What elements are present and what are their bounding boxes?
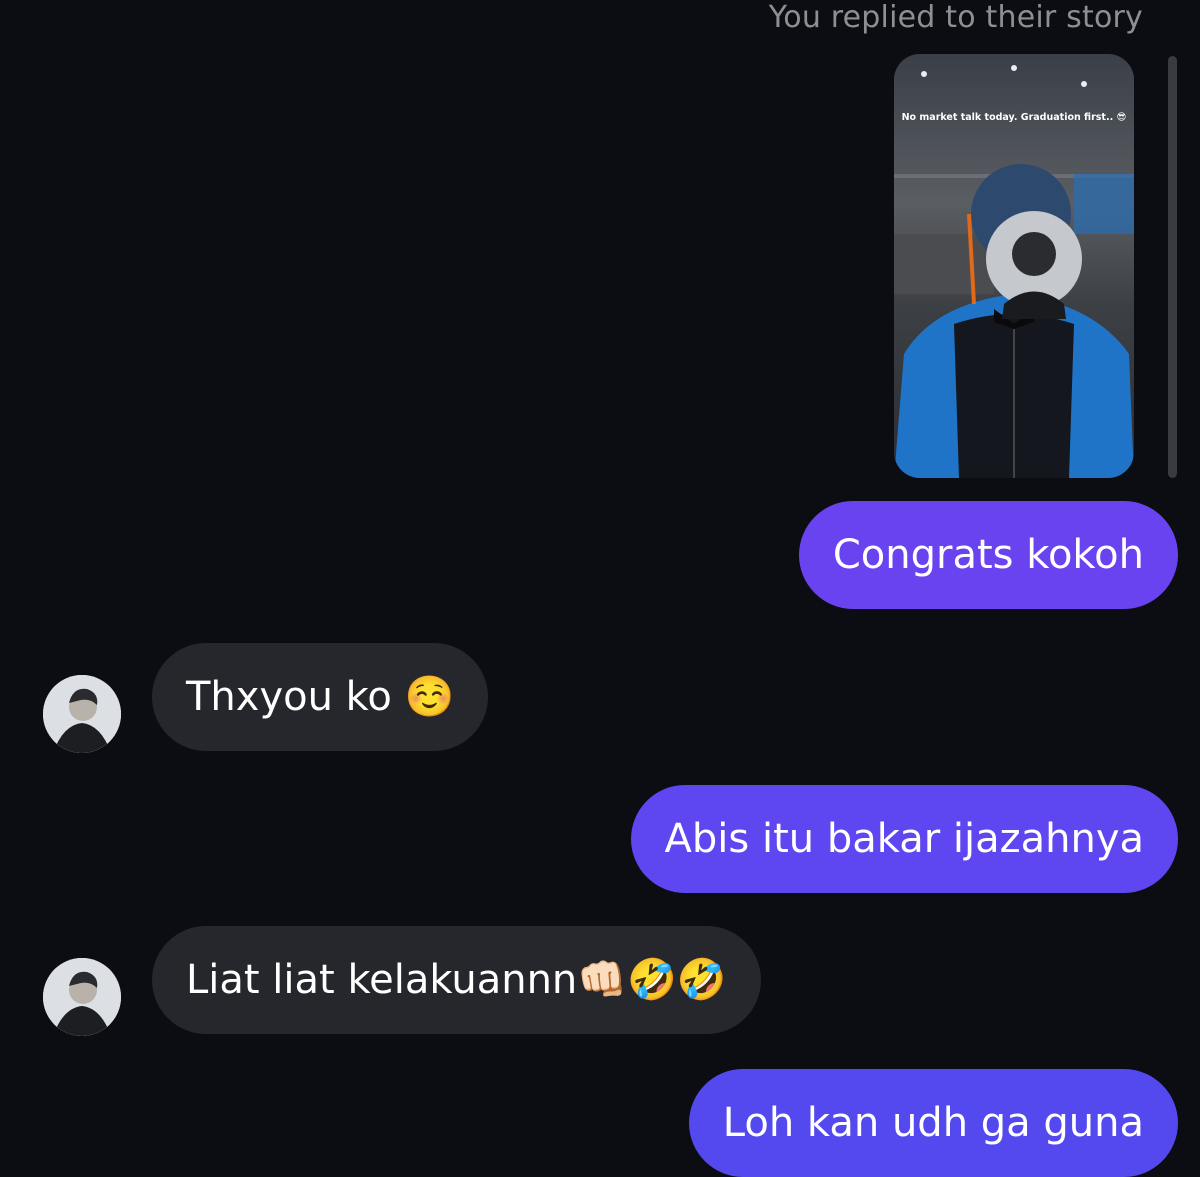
- message-bubble-received[interactable]: Liat liat kelakuannn👊🏻🤣🤣: [152, 926, 761, 1034]
- story-thumbnail[interactable]: No market talk today. Graduation first..…: [894, 54, 1134, 478]
- message-bubble-sent[interactable]: Congrats kokoh: [798, 501, 1178, 609]
- avatar-image: [43, 958, 121, 1036]
- contact-avatar[interactable]: [43, 958, 121, 1036]
- avatar-image: [43, 675, 121, 753]
- message-text: Liat liat kelakuannn👊🏻🤣🤣: [186, 957, 727, 1003]
- chat-thread: You replied to their story No market tal…: [0, 0, 1200, 1177]
- message-bubble-sent[interactable]: Abis itu bakar ijazahnya: [630, 785, 1178, 893]
- message-text: Congrats kokoh: [832, 532, 1144, 578]
- message-text: Abis itu bakar ijazahnya: [664, 816, 1144, 862]
- message-text: Thxyou ko ☺️: [186, 674, 455, 720]
- message-bubble-sent[interactable]: Loh kan udh ga guna: [688, 1069, 1178, 1177]
- message-bubble-received[interactable]: Thxyou ko ☺️: [152, 643, 489, 751]
- contact-avatar[interactable]: [43, 675, 121, 753]
- scrollbar[interactable]: [1168, 56, 1177, 478]
- story-reply-label: You replied to their story: [768, 0, 1143, 35]
- story-caption: No market talk today. Graduation first..…: [901, 112, 1127, 123]
- message-text: Loh kan udh ga guna: [722, 1100, 1144, 1146]
